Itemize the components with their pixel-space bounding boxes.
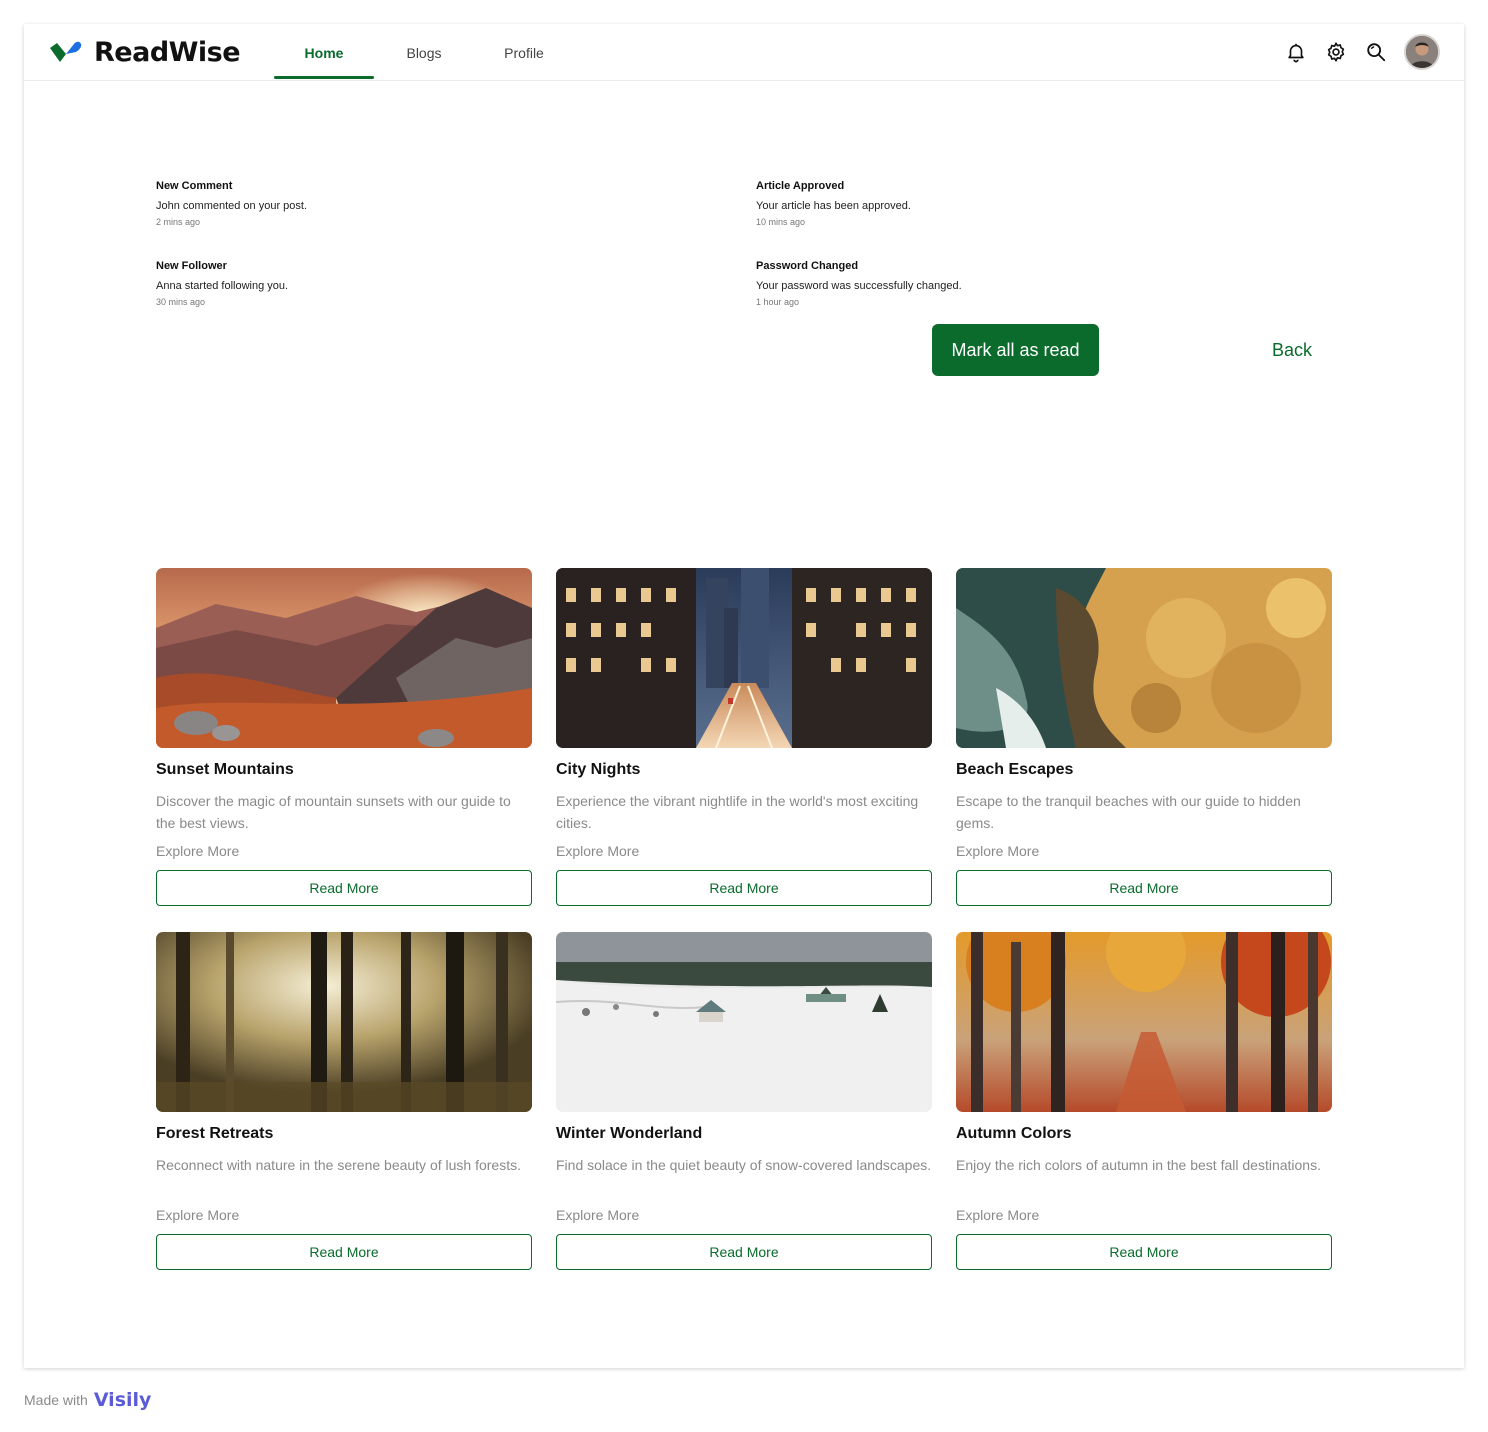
read-more-button[interactable]: Read More [956,1234,1332,1270]
logo-mark-icon [50,41,82,62]
card-title: City Nights [556,761,641,778]
card-title: Autumn Colors [956,1125,1072,1142]
notification-item[interactable]: Password Changed Your password was succe… [756,258,1316,308]
card-image[interactable] [956,568,1332,748]
bell-icon[interactable] [1284,40,1308,64]
notification-message: Your article has been approved. [756,200,911,212]
notification-time: 2 mins ago [156,217,201,227]
mark-all-read-button[interactable]: Mark all as read [932,324,1099,376]
card-image[interactable] [956,932,1332,1112]
tab-home[interactable]: Home [274,24,374,81]
notification-item[interactable]: New Follower Anna started following you.… [156,258,716,308]
notification-message: Your password was successfully changed. [756,280,962,292]
notifications-list: New Comment John commented on your post.… [156,178,1356,338]
notification-time: 1 hour ago [756,297,800,307]
explore-more-link[interactable]: Explore More [956,842,1332,860]
card-description: Experience the vibrant nightlife in the … [556,793,919,831]
notification-message: John commented on your post. [156,200,308,212]
visily-logo: Visily [93,1389,152,1411]
avatar[interactable] [1404,34,1440,70]
card-title: Winter Wonderland [556,1125,703,1142]
card-description: Escape to the tranquil beaches with our … [956,793,1301,831]
main-nav: Home Blogs Profile [274,24,574,81]
article-card: Sunset Mountains Discover the magic of m… [156,568,532,906]
article-card: Autumn Colors Enjoy the rich colors of a… [956,932,1332,1270]
notification-item[interactable]: Article Approved Your article has been a… [756,178,1316,228]
read-more-button[interactable]: Read More [156,870,532,906]
card-description: Discover the magic of mountain sunsets w… [156,793,511,831]
made-with-badge[interactable]: Made with Visily [24,1386,151,1414]
search-icon[interactable] [1364,40,1388,64]
card-image[interactable] [156,568,532,748]
notification-title: New Follower [156,260,227,272]
notification-message: Anna started following you. [156,280,289,292]
card-description: Reconnect with nature in the serene beau… [156,1157,521,1173]
read-more-button[interactable]: Read More [556,870,932,906]
read-more-button[interactable]: Read More [956,870,1332,906]
logo[interactable]: ReadWise [48,36,241,68]
notification-title: Article Approved [756,180,845,192]
top-navbar: ReadWise Home Blogs Profile [24,24,1464,81]
article-card: Beach Escapes Escape to the tranquil bea… [956,568,1332,906]
tab-blogs[interactable]: Blogs [374,24,474,81]
article-card: Forest Retreats Reconnect with nature in… [156,932,532,1270]
article-card: Winter Wonderland Find solace in the qui… [556,932,932,1270]
explore-more-link[interactable]: Explore More [956,1206,1332,1224]
read-more-button[interactable]: Read More [556,1234,932,1270]
card-description: Enjoy the rich colors of autumn in the b… [956,1157,1321,1173]
header-actions [1268,34,1440,70]
back-button[interactable]: Back [1252,324,1332,376]
notification-title: New Comment [156,180,233,192]
card-image[interactable] [556,568,932,748]
made-with-label: Made with [24,1392,88,1408]
explore-more-link[interactable]: Explore More [156,842,532,860]
explore-more-link[interactable]: Explore More [556,1206,932,1224]
article-card: City Nights Experience the vibrant night… [556,568,932,906]
tab-profile[interactable]: Profile [474,24,574,81]
card-image[interactable] [556,932,932,1112]
notification-title: Password Changed [756,260,859,272]
app-frame: ReadWise Home Blogs Profile New Comment … [24,24,1464,1368]
explore-more-link[interactable]: Explore More [556,842,932,860]
notification-time: 30 mins ago [156,297,206,307]
card-title: Forest Retreats [156,1125,274,1142]
gear-icon[interactable] [1324,40,1348,64]
notification-item[interactable]: New Comment John commented on your post.… [156,178,716,228]
explore-more-link[interactable]: Explore More [156,1206,532,1224]
card-title: Beach Escapes [956,761,1074,778]
card-title: Sunset Mountains [156,761,294,778]
read-more-button[interactable]: Read More [156,1234,532,1270]
card-image[interactable] [156,932,532,1112]
app-name: ReadWise [94,36,241,68]
notification-time: 10 mins ago [756,217,806,227]
card-description: Find solace in the quiet beauty of snow-… [556,1157,932,1173]
